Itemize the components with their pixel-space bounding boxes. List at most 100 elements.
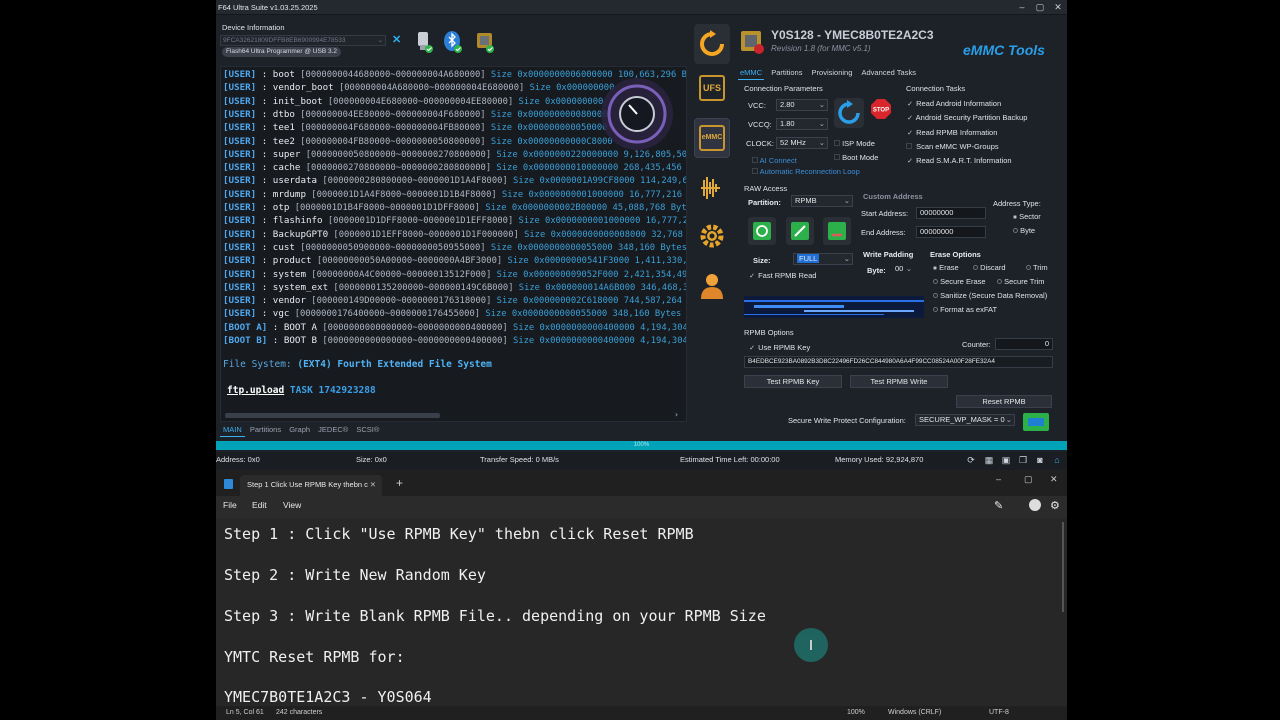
swp-config-select[interactable]: SECURE_WP_MASK = 0 ⌄	[915, 414, 1015, 426]
boot-mode-checkbox[interactable]	[834, 154, 840, 160]
minimize-icon[interactable]: –	[1016, 2, 1028, 13]
erase-option[interactable]: Erase	[933, 263, 959, 272]
write-icon[interactable]	[786, 217, 814, 245]
task-checkbox[interactable]: ✓	[906, 129, 914, 137]
task-checkbox[interactable]: ✓	[906, 114, 914, 122]
secure-trim-option[interactable]: Secure Trim	[997, 277, 1045, 286]
tab-main[interactable]: MAIN	[220, 424, 245, 437]
editor-scrollbar[interactable]	[1062, 522, 1064, 612]
tab-jedec[interactable]: JEDEC®	[315, 424, 351, 436]
byte-option[interactable]: Byte	[1013, 226, 1035, 235]
connection-task-item[interactable]: ✓ Read RPMB Information	[906, 128, 997, 137]
menu-view[interactable]: View	[283, 500, 301, 510]
partition-select[interactable]: RPMB ⌄	[791, 195, 853, 207]
size-select[interactable]: FULL ⌄	[793, 253, 853, 265]
isp-mode-checkbox[interactable]	[834, 140, 840, 146]
vccq-select[interactable]: 1.80 ⌄	[776, 118, 828, 130]
scroll-right-icon[interactable]: ›	[674, 410, 679, 419]
stop-icon[interactable]: STOP	[870, 98, 892, 120]
sidebar-emmc-button[interactable]: eMMC	[694, 118, 730, 158]
sidebar-signal-button[interactable]	[694, 168, 730, 208]
ftp-upload-link[interactable]: ftp.upload	[227, 385, 284, 396]
boot-mode-option[interactable]: Boot Mode	[834, 153, 878, 162]
disconnect-icon[interactable]: ✕	[392, 33, 401, 46]
ai-connect-checkbox[interactable]	[752, 157, 758, 163]
discard-radio[interactable]	[973, 265, 978, 270]
auto-reconnect-checkbox[interactable]	[752, 168, 758, 174]
exfat-option[interactable]: Format as exFAT	[933, 305, 997, 314]
np-maximize-icon[interactable]: ▢	[1024, 474, 1033, 485]
vcc-select[interactable]: 2.80 ⌄	[776, 99, 828, 111]
erase-radio[interactable]	[933, 266, 937, 270]
tab-partitions[interactable]: Partitions	[247, 424, 284, 436]
reset-rpmb-button[interactable]: Reset RPMB	[956, 395, 1052, 408]
connect-refresh-icon[interactable]	[834, 98, 864, 128]
fast-rpmb-option[interactable]: ✓ Fast RPMB Read	[748, 271, 816, 280]
rpmb-key-input[interactable]: B4EDBCE923BA0892B3D8C22496FD26CC844980A6…	[744, 356, 1053, 368]
sanitize-radio[interactable]	[933, 293, 938, 298]
close-icon[interactable]: ✕	[1052, 2, 1064, 13]
copy-icon[interactable]: ❐	[1018, 455, 1028, 465]
isp-mode-option[interactable]: ISP Mode	[834, 139, 875, 148]
task-checkbox[interactable]: ✓	[906, 100, 914, 108]
log-panel[interactable]: [USER] : boot [0000000044680000~00000000…	[220, 66, 687, 422]
notepad-editor[interactable]: Step 1 : Click "Use RPMB Key" thebn clic…	[216, 518, 1067, 706]
tab-provisioning[interactable]: Provisioning	[810, 67, 855, 79]
sanitize-option[interactable]: Sanitize (Secure Data Removal)	[933, 291, 1047, 300]
avatar[interactable]	[1029, 499, 1041, 511]
end-address-input[interactable]: 00000000	[916, 226, 986, 238]
sidebar-user-button[interactable]	[694, 266, 730, 306]
sidebar-settings-button[interactable]	[694, 216, 730, 256]
task-checkbox[interactable]: ✓	[906, 157, 914, 165]
test-rpmb-write-button[interactable]: Test RPMB Write	[850, 375, 948, 388]
secure-erase-radio[interactable]	[933, 279, 938, 284]
connection-task-item[interactable]: ✓ Read S.M.A.R.T. Information	[906, 156, 1011, 165]
sector-option[interactable]: Sector	[1013, 212, 1041, 221]
counter-input[interactable]: 0	[995, 338, 1053, 350]
write-protect-icon[interactable]	[1023, 413, 1049, 431]
sector-radio[interactable]	[1013, 215, 1017, 219]
close-tab-icon[interactable]: ✕	[370, 475, 376, 495]
secure-trim-radio[interactable]	[997, 279, 1002, 284]
sidebar-ufs-button[interactable]: UFS	[694, 68, 730, 108]
grid-icon[interactable]: ▦	[984, 455, 994, 465]
new-tab-icon[interactable]: +	[396, 476, 403, 490]
tab-advanced-tasks[interactable]: Advanced Tasks	[860, 67, 918, 79]
home-icon[interactable]: ⌂	[1052, 455, 1062, 465]
camera-icon[interactable]: ◙	[1035, 455, 1045, 465]
log-horizontal-scrollbar[interactable]	[225, 413, 440, 418]
use-rpmb-key-checkbox[interactable]: ✓	[748, 344, 756, 352]
byte-radio[interactable]	[1013, 228, 1018, 233]
maximize-icon[interactable]: ▢	[1034, 2, 1046, 13]
trim-radio[interactable]	[1026, 265, 1031, 270]
exfat-radio[interactable]	[933, 307, 938, 312]
tab-scsi[interactable]: SCSI®	[353, 424, 382, 436]
erase-icon[interactable]	[823, 217, 851, 245]
read-icon[interactable]	[748, 217, 776, 245]
notepad-tab[interactable]: Step 1 Click Use RPMB Key thebn c ✕	[240, 475, 382, 496]
fast-rpmb-checkbox[interactable]: ✓	[748, 272, 756, 280]
tab-graph[interactable]: Graph	[286, 424, 313, 436]
test-rpmb-key-button[interactable]: Test RPMB Key	[744, 375, 842, 388]
refresh-icon[interactable]: ⟳	[966, 455, 976, 465]
connection-task-item[interactable]: ✓ Read Android Information	[906, 99, 1001, 108]
menu-edit[interactable]: Edit	[252, 500, 267, 510]
secure-erase-option[interactable]: Secure Erase	[933, 277, 986, 286]
trim-option[interactable]: Trim	[1026, 263, 1048, 272]
settings-gear-icon[interactable]: ⚙	[1050, 499, 1060, 512]
byte-padding-select[interactable]: 00 ⌄	[892, 264, 914, 276]
sidebar-refresh-button[interactable]	[694, 24, 730, 64]
ai-connect-option[interactable]: AI Connect	[752, 156, 797, 165]
auto-reconnect-option[interactable]: Automatic Reconnection Loop	[752, 167, 860, 176]
use-rpmb-key-option[interactable]: ✓ Use RPMB Key	[748, 343, 810, 352]
tab-emmc-partitions[interactable]: Partitions	[769, 67, 804, 79]
np-close-icon[interactable]: ✕	[1050, 474, 1058, 485]
magic-icon[interactable]: ✎	[994, 499, 1003, 512]
device-select[interactable]: 9FCA32621809DFFB8EB6900994E78533 ⌄	[220, 35, 386, 46]
start-address-input[interactable]: 00000000	[916, 207, 986, 219]
window-icon[interactable]: ▣	[1001, 455, 1011, 465]
np-minimize-icon[interactable]: –	[996, 474, 1001, 484]
tab-emmc[interactable]: eMMC	[738, 67, 765, 80]
discard-option[interactable]: Discard	[973, 263, 1006, 272]
connection-task-item[interactable]: Scan eMMC WP-Groups	[906, 142, 999, 151]
